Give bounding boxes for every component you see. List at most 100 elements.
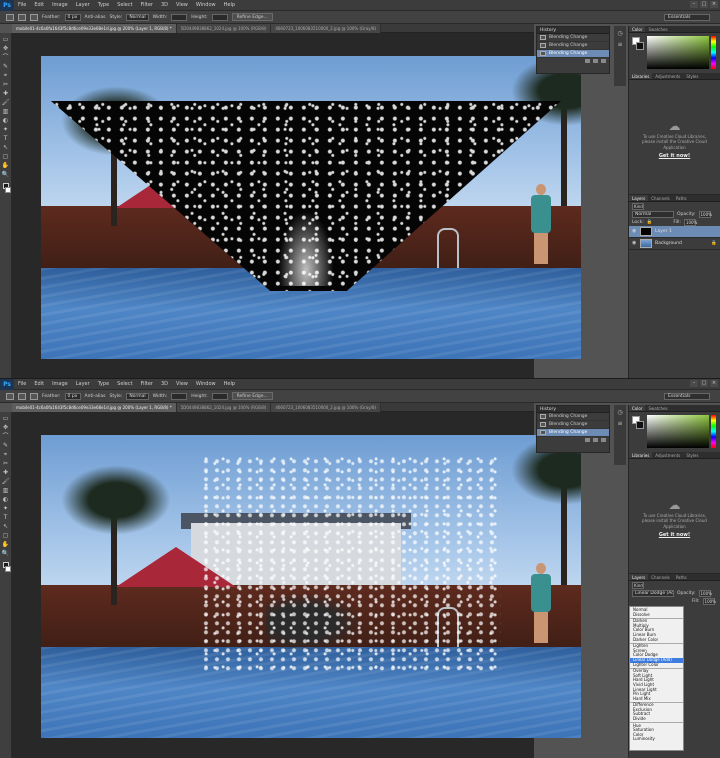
tool-11-icon[interactable]: T bbox=[2, 514, 10, 522]
marquee-tool-icon[interactable] bbox=[6, 13, 14, 21]
tool-15-icon[interactable]: 🔍 bbox=[2, 171, 10, 179]
blend-mode-select[interactable]: Linear Dodge (Add) bbox=[632, 589, 674, 597]
tool-10-icon[interactable]: ✦ bbox=[2, 505, 10, 513]
opacity-input[interactable]: 100% bbox=[698, 210, 712, 218]
menu-help[interactable]: Help bbox=[220, 379, 239, 390]
color-picker[interactable] bbox=[629, 412, 720, 452]
tool-1-icon[interactable]: ✥ bbox=[2, 45, 10, 53]
eye-icon[interactable]: ◉ bbox=[632, 229, 637, 234]
workspace-select[interactable]: Essentials bbox=[664, 14, 710, 21]
antialias-checkbox[interactable]: Anti-alias bbox=[85, 394, 106, 399]
new-selection-icon[interactable] bbox=[18, 392, 26, 400]
style-select[interactable]: Normal bbox=[126, 13, 149, 21]
camera-icon[interactable] bbox=[593, 59, 598, 63]
background-swatch[interactable] bbox=[4, 187, 11, 193]
history-item[interactable]: Blending Change bbox=[537, 413, 609, 421]
menu-3d[interactable]: 3D bbox=[157, 0, 172, 11]
blend-mode-select[interactable]: Normal bbox=[632, 210, 674, 218]
tool-5-icon[interactable]: ✂ bbox=[2, 81, 10, 89]
close-button[interactable]: × bbox=[710, 380, 718, 387]
tab-swatches[interactable]: Swatches bbox=[645, 405, 670, 411]
tool-12-icon[interactable]: ↖ bbox=[2, 523, 10, 531]
blend-option-divide[interactable]: Divide bbox=[630, 716, 683, 722]
menu-image[interactable]: Image bbox=[48, 0, 72, 11]
history-item-selected[interactable]: Blending Change bbox=[537, 50, 609, 58]
menu-view[interactable]: View bbox=[172, 379, 192, 390]
tool-10-icon[interactable]: ✦ bbox=[2, 126, 10, 134]
menu-select[interactable]: Select bbox=[113, 379, 136, 390]
menu-image[interactable]: Image bbox=[48, 379, 72, 390]
history-item[interactable]: Blending Change bbox=[537, 34, 609, 42]
tab-layers[interactable]: Layers bbox=[629, 195, 649, 201]
background-color[interactable] bbox=[636, 42, 644, 50]
workspace-select[interactable]: Essentials bbox=[664, 393, 710, 400]
history-item-selected[interactable]: Blending Change bbox=[537, 429, 609, 437]
history-item[interactable]: Blending Change bbox=[537, 42, 609, 50]
snapshot-icon[interactable] bbox=[585, 438, 590, 442]
layer-row-layer-1[interactable]: ◉ Layer 1 bbox=[629, 226, 720, 238]
menu-edit[interactable]: Edit bbox=[30, 379, 48, 390]
snapshot-icon[interactable] bbox=[585, 59, 590, 63]
feather-input[interactable]: 0 px bbox=[64, 392, 81, 400]
color-spectrum[interactable] bbox=[647, 36, 709, 69]
feather-input[interactable]: 0 px bbox=[64, 13, 81, 21]
menu-edit[interactable]: Edit bbox=[30, 0, 48, 11]
tab-color[interactable]: Color bbox=[629, 405, 646, 411]
fill-input[interactable]: 100% bbox=[683, 218, 697, 226]
background-color[interactable] bbox=[636, 421, 644, 429]
tab-libraries[interactable]: Libraries bbox=[629, 73, 653, 79]
document-tab[interactable]: mobile01-4c6a0fa1643f5c8d6ce09e33e68e1d.… bbox=[12, 403, 177, 412]
add-selection-icon[interactable] bbox=[30, 13, 38, 21]
lock-icon[interactable]: 🔒 bbox=[647, 220, 653, 225]
tool-0-icon[interactable]: ▭ bbox=[2, 415, 10, 423]
document-tab[interactable]: 5D0449838862_1024.jpg @ 100% (RGB/8) bbox=[176, 403, 272, 412]
tab-paths[interactable]: Paths bbox=[673, 574, 690, 580]
get-it-now-link[interactable]: Get it now! bbox=[659, 532, 690, 538]
hue-slider[interactable] bbox=[711, 415, 716, 448]
canvas-area[interactable] bbox=[12, 33, 581, 379]
tool-4-icon[interactable]: ⌖ bbox=[2, 72, 10, 80]
marquee-tool-icon[interactable] bbox=[6, 392, 14, 400]
blend-mode-dropdown[interactable]: Normal Dissolve Darken Multiply Color Burn Li… bbox=[629, 606, 684, 751]
tab-styles[interactable]: Styles bbox=[683, 452, 701, 458]
history-title[interactable]: History bbox=[537, 406, 609, 413]
layer-row-background[interactable]: ◉ Background 🔒 bbox=[629, 238, 720, 250]
refine-edge-button[interactable]: Refine Edge... bbox=[231, 13, 273, 21]
height-input[interactable] bbox=[211, 392, 228, 400]
history-title[interactable]: History bbox=[537, 27, 609, 34]
tool-13-icon[interactable]: ▢ bbox=[2, 153, 10, 161]
tab-libraries[interactable]: Libraries bbox=[629, 452, 653, 458]
color-spectrum[interactable] bbox=[647, 415, 709, 448]
tab-channels[interactable]: Channels bbox=[648, 195, 673, 201]
trash-icon[interactable] bbox=[601, 438, 606, 442]
opacity-input[interactable]: 100% bbox=[698, 589, 712, 597]
menu-select[interactable]: Select bbox=[113, 0, 136, 11]
background-swatch[interactable] bbox=[4, 566, 11, 572]
layer-kind-filter[interactable]: Kind bbox=[632, 202, 644, 210]
eye-icon[interactable]: ◉ bbox=[632, 241, 637, 246]
menu-type[interactable]: Type bbox=[94, 379, 113, 390]
menu-file[interactable]: File bbox=[14, 0, 30, 11]
tool-1-icon[interactable]: ✥ bbox=[2, 424, 10, 432]
trash-icon[interactable] bbox=[601, 59, 606, 63]
minimize-button[interactable]: – bbox=[690, 1, 698, 8]
tool-7-icon[interactable]: 🖌 bbox=[2, 99, 10, 107]
tool-7-icon[interactable]: 🖌 bbox=[2, 478, 10, 486]
tool-15-icon[interactable]: 🔍 bbox=[2, 550, 10, 558]
new-selection-icon[interactable] bbox=[18, 13, 26, 21]
refine-edge-button[interactable]: Refine Edge... bbox=[231, 392, 273, 400]
menu-window[interactable]: Window bbox=[192, 379, 220, 390]
history-icon[interactable]: ◷ bbox=[617, 409, 624, 416]
hue-slider[interactable] bbox=[711, 36, 716, 69]
tool-3-icon[interactable]: ✎ bbox=[2, 63, 10, 71]
tool-14-icon[interactable]: ✋ bbox=[2, 541, 10, 549]
tool-5-icon[interactable]: ✂ bbox=[2, 460, 10, 468]
blend-option-dissolve[interactable]: Dissolve bbox=[630, 612, 683, 618]
tab-layers[interactable]: Layers bbox=[629, 574, 649, 580]
layer-kind-filter[interactable]: Kind bbox=[632, 581, 644, 589]
height-input[interactable] bbox=[211, 13, 228, 21]
document-image[interactable] bbox=[41, 435, 581, 738]
canvas-area[interactable] bbox=[12, 412, 581, 758]
tool-2-icon[interactable]: ⌒ bbox=[2, 54, 10, 62]
width-input[interactable] bbox=[171, 392, 188, 400]
